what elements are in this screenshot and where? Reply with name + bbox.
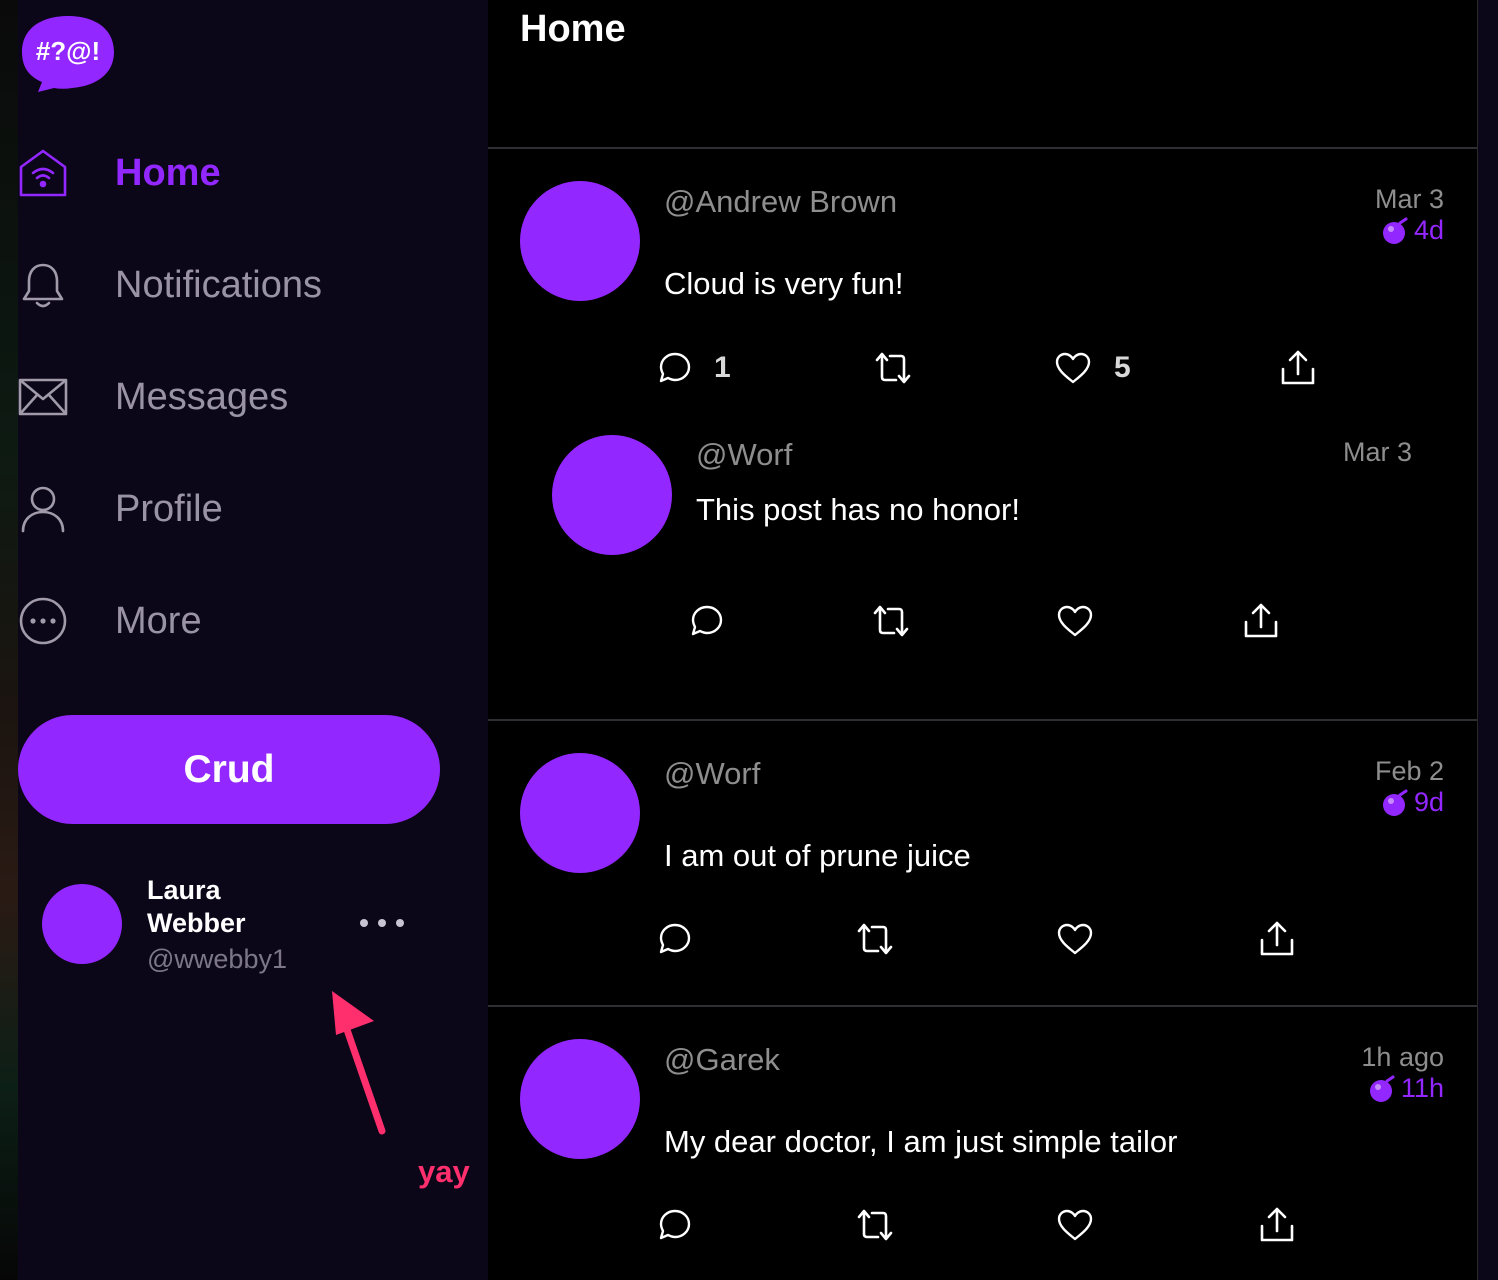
post-handle[interactable]: @Garek [664,1042,780,1078]
post-handle[interactable]: @Worf [696,437,792,473]
comment-icon [659,923,691,954]
post-item[interactable]: @Garek 1h ago 11h My dear doctor, I am j… [488,1007,1478,1280]
reply-button[interactable] [690,604,724,638]
post-text: This post has no honor! [696,492,1020,527]
repost-button[interactable] [856,1208,894,1242]
crud-button[interactable]: Crud [18,715,440,824]
main-feed: Home @Andrew Brown Mar 3 4d Cloud is ver… [488,0,1478,1280]
annotation-label: yay [418,1154,470,1189]
bomb-icon [1382,217,1408,244]
sidebar-item-label: Messages [115,375,289,418]
comment-icon [659,352,691,383]
person-icon [18,484,68,534]
app-logo[interactable]: #?@! [20,12,116,92]
post-date: Feb 2 [1374,756,1444,786]
repost-button[interactable] [874,351,912,385]
post-ttl: 4d [1382,215,1444,246]
page-title: Home [520,8,626,50]
like-button[interactable] [1056,1208,1094,1242]
envelope-icon [18,372,68,422]
post-text: I am out of prune juice [664,838,971,873]
reply-button[interactable]: 1 [658,351,731,385]
avatar[interactable] [552,435,672,555]
home-icon [18,148,68,198]
sidebar-item-label: More [115,599,202,642]
avatar[interactable] [520,1039,640,1159]
repost-icon [873,605,909,637]
background-edge [0,0,18,1280]
sidebar-item-label: Notifications [115,263,322,306]
sidebar-item-label: Profile [115,487,223,530]
like-count: 5 [1114,351,1131,384]
sidebar-item-more[interactable]: More [18,586,202,656]
svg-text:#?@!: #?@! [36,36,100,66]
sidebar-item-home[interactable]: Home [18,138,221,208]
user-menu-dots-icon[interactable] [360,908,404,938]
share-button[interactable] [1259,1206,1295,1244]
comment-icon [659,1209,691,1240]
sidebar: #?@! Home Notifications Messages Profile… [18,0,488,1280]
post-text: Cloud is very fun! [664,266,904,301]
bomb-icon [1382,789,1408,816]
reply-count: 1 [714,351,731,384]
share-icon [1260,921,1294,956]
comment-icon [691,605,723,636]
more-circle-icon [18,596,68,646]
user-handle: @wwebby1 [147,944,287,974]
repost-button[interactable] [856,922,894,956]
avatar [42,884,122,964]
sidebar-item-profile[interactable]: Profile [18,474,223,544]
repost-icon [857,1209,893,1241]
post-ttl: 9d [1382,787,1444,818]
like-button[interactable] [1056,604,1094,638]
reply-button[interactable] [658,922,692,956]
heart-icon [1057,923,1093,955]
annotation-arrow-icon [332,991,386,1135]
post-date: 1h ago [1361,1042,1444,1072]
reply-button[interactable] [658,1208,692,1242]
post-date: Mar 3 [1374,184,1444,214]
heart-icon [1057,605,1093,637]
post-handle[interactable]: @Worf [664,756,760,792]
sidebar-item-label: Home [115,151,221,194]
repost-button[interactable] [872,604,910,638]
user-name: Laura Webber [147,875,246,938]
bomb-icon [1369,1075,1395,1102]
post-ttl: 11h [1369,1073,1444,1104]
current-user-card[interactable]: Laura Webber @wwebby1 [42,870,442,980]
post-date: Mar 3 [1342,437,1412,467]
share-icon [1281,350,1315,385]
share-button[interactable] [1259,920,1295,958]
post-item[interactable]: @Worf Feb 2 9d I am out of prune juice [488,721,1478,1005]
share-icon [1260,1207,1294,1242]
repost-icon [857,923,893,955]
background-edge [1478,0,1498,1280]
heart-icon [1057,1209,1093,1241]
like-button[interactable]: 5 [1054,351,1131,385]
share-icon [1244,603,1278,638]
post-text: My dear doctor, I am just simple tailor [664,1124,1178,1159]
repost-icon [875,352,911,384]
sidebar-item-messages[interactable]: Messages [18,362,288,432]
post-item[interactable]: @Andrew Brown Mar 3 4d Cloud is very fun… [488,149,1478,719]
like-button[interactable] [1056,922,1094,956]
heart-icon [1055,352,1091,384]
avatar[interactable] [520,753,640,873]
share-button[interactable] [1243,602,1279,640]
bell-icon [18,260,68,310]
post-handle[interactable]: @Andrew Brown [664,184,897,220]
share-button[interactable] [1280,349,1316,387]
sidebar-item-notifications[interactable]: Notifications [18,250,322,320]
avatar[interactable] [520,181,640,301]
